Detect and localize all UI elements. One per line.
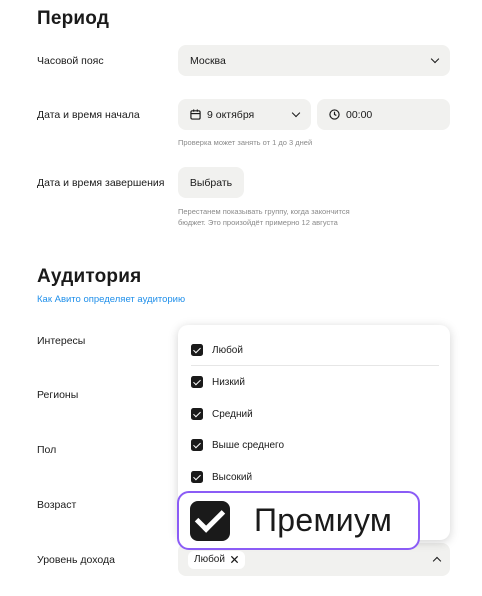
start-label: Дата и время начала — [37, 109, 140, 121]
checkbox-checked-icon[interactable] — [191, 439, 203, 451]
start-hint: Проверка может занять от 1 до 3 дней — [178, 138, 313, 147]
income-chip[interactable]: Любой — [188, 550, 245, 569]
checkbox-checked-icon[interactable] — [191, 376, 203, 388]
audience-title: Аудитория — [37, 266, 142, 287]
close-icon[interactable] — [230, 555, 239, 564]
highlighted-option-label: Премиум — [254, 502, 393, 538]
dropdown-option-label: Выше среднего — [212, 439, 285, 451]
audience-info-link[interactable]: Как Авито определяет аудиторию — [37, 294, 185, 305]
start-time-input[interactable]: 00:00 — [317, 99, 450, 130]
chevron-up-icon[interactable] — [432, 556, 442, 566]
dropdown-option[interactable]: Средний — [191, 404, 253, 424]
timezone-label: Часовой пояс — [37, 55, 104, 67]
gender-label: Пол — [37, 444, 57, 456]
dropdown-option[interactable]: Низкий — [191, 372, 245, 392]
dropdown-divider — [191, 365, 439, 366]
clock-icon — [329, 109, 340, 120]
highlighted-option-premium[interactable]: Премиум — [177, 491, 420, 550]
interests-label: Интересы — [37, 335, 86, 347]
checkbox-checked-icon[interactable] — [191, 408, 203, 420]
timezone-select[interactable]: Москва — [178, 45, 450, 76]
dropdown-option[interactable]: Выше среднего — [191, 435, 284, 455]
age-label: Возраст — [37, 499, 77, 511]
checkbox-checked-icon[interactable] — [191, 471, 203, 483]
calendar-icon — [190, 109, 201, 120]
income-label: Уровень дохода — [37, 554, 115, 566]
dropdown-option-label: Высокий — [212, 471, 253, 483]
period-title: Период — [37, 8, 110, 29]
dropdown-option-label: Низкий — [212, 376, 245, 388]
chevron-down-icon — [430, 54, 440, 64]
chevron-down-icon — [291, 108, 301, 118]
start-date-value: 9 октября — [207, 108, 255, 121]
end-select-button[interactable]: Выбрать — [178, 167, 244, 198]
checkbox-checked-icon[interactable] — [191, 344, 203, 356]
end-select-button-label: Выбрать — [189, 176, 233, 189]
income-chip-label: Любой — [194, 554, 225, 565]
end-label: Дата и время завершения — [37, 177, 165, 189]
start-time-value: 00:00 — [346, 108, 373, 121]
end-hint: Перестанем показывать группу, когда зако… — [178, 206, 350, 228]
checkbox-checked-icon[interactable] — [190, 500, 230, 541]
timezone-value: Москва — [190, 54, 226, 67]
dropdown-option[interactable]: Любой — [191, 340, 243, 360]
end-hint-line2: бюджет. Это произойдёт примерно 12 авгус… — [178, 218, 338, 227]
dropdown-option-label: Любой — [212, 344, 243, 356]
start-date-select[interactable]: 9 октября — [178, 99, 311, 130]
regions-label: Регионы — [37, 389, 79, 401]
dropdown-option[interactable]: Высокий — [191, 467, 252, 487]
end-hint-line1: Перестанем показывать группу, когда зако… — [178, 207, 350, 216]
dropdown-option-label: Средний — [212, 408, 253, 420]
